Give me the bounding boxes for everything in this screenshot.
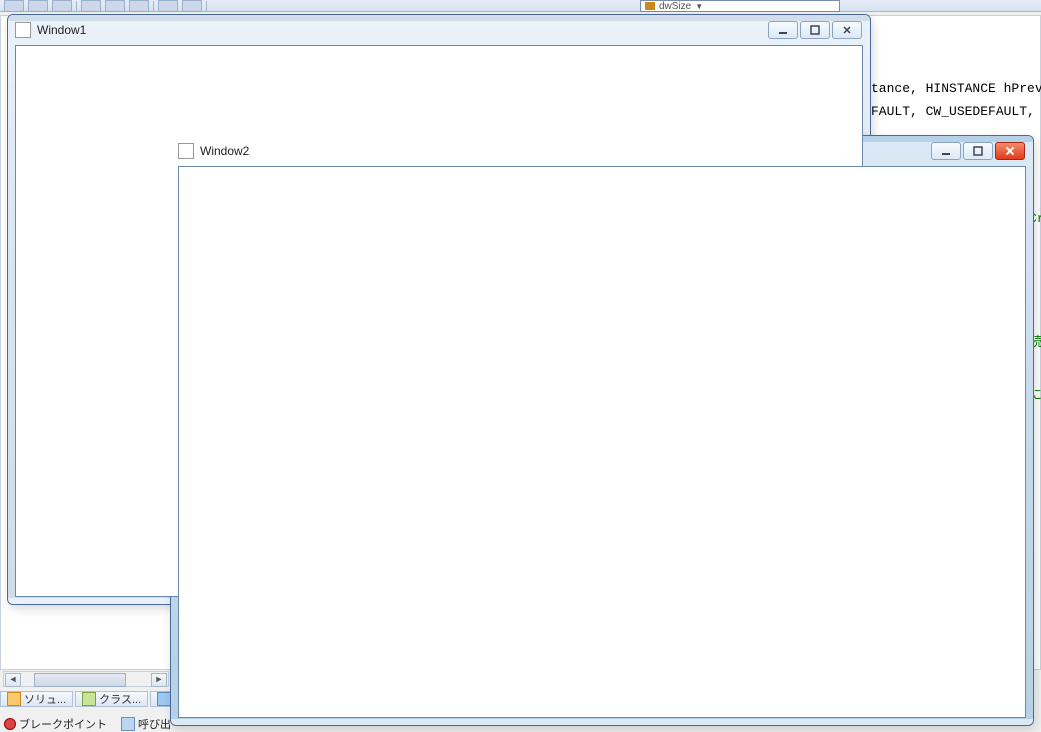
toolbar-button[interactable] [4, 0, 24, 12]
scroll-right-button[interactable]: ► [151, 673, 167, 687]
solution-icon [7, 692, 21, 706]
panel-tabstrip: ソリュ... クラス... リ [0, 691, 192, 709]
titlebar[interactable]: Window2 [178, 140, 1026, 162]
ide-toolbar: dwSize ▼ [0, 0, 1041, 12]
tab-breakpoints[interactable]: ブレークポイント [0, 716, 111, 732]
toolbar-button[interactable] [182, 0, 202, 12]
app-icon [15, 22, 31, 38]
scroll-thumb[interactable] [34, 673, 126, 687]
window-title: Window2 [200, 144, 249, 158]
editor-horizontal-scrollbar[interactable]: ◄ ► [3, 671, 169, 687]
toolbar-button[interactable] [81, 0, 101, 12]
tab-class-view[interactable]: クラス... [75, 691, 148, 707]
minimize-button[interactable] [768, 21, 798, 39]
toolbar-button[interactable] [129, 0, 149, 12]
close-button[interactable] [832, 21, 862, 39]
caption-buttons [931, 142, 1025, 160]
callstack-icon [121, 717, 135, 731]
tab-label: クラス... [99, 691, 141, 707]
window-title: Window1 [37, 23, 86, 37]
toolbar-separator [76, 1, 77, 11]
titlebar[interactable]: Window1 [15, 19, 863, 41]
field-icon [645, 2, 655, 10]
dropdown-icon: ▼ [695, 2, 703, 11]
tab-label: ソリュ... [24, 691, 66, 707]
code-text: tance, HINSTANCE hPrevInst [871, 81, 1041, 96]
toolbar-separator [153, 1, 154, 11]
tab-label: 呼び出 [138, 716, 171, 732]
tab-callstack[interactable]: 呼び出 [117, 716, 175, 732]
app-icon [178, 143, 194, 159]
maximize-button[interactable] [963, 142, 993, 160]
close-button[interactable] [995, 142, 1025, 160]
minimize-button[interactable] [931, 142, 961, 160]
debug-tabstrip: ブレークポイント 呼び出 [0, 716, 175, 732]
toolbar-button[interactable] [158, 0, 178, 12]
window-client-area[interactable] [178, 166, 1026, 718]
app-window-2[interactable]: Window2 [170, 135, 1034, 726]
tab-solution-explorer[interactable]: ソリュ... [0, 691, 73, 707]
member-combo[interactable]: dwSize ▼ [640, 0, 840, 12]
close-icon [1005, 146, 1015, 156]
caption-buttons [768, 21, 862, 39]
tab-label: ブレークポイント [19, 716, 107, 732]
class-icon [82, 692, 96, 706]
breakpoint-icon [4, 718, 16, 730]
toolbar-button[interactable] [52, 0, 72, 12]
code-text: FAULT, CW_USEDEFAULT, CW_ [871, 104, 1041, 119]
member-combo-label: dwSize [659, 1, 691, 12]
toolbar-button[interactable] [105, 0, 125, 12]
toolbar-separator [206, 1, 207, 11]
toolbar-button[interactable] [28, 0, 48, 12]
maximize-button[interactable] [800, 21, 830, 39]
scroll-left-button[interactable]: ◄ [5, 673, 21, 687]
